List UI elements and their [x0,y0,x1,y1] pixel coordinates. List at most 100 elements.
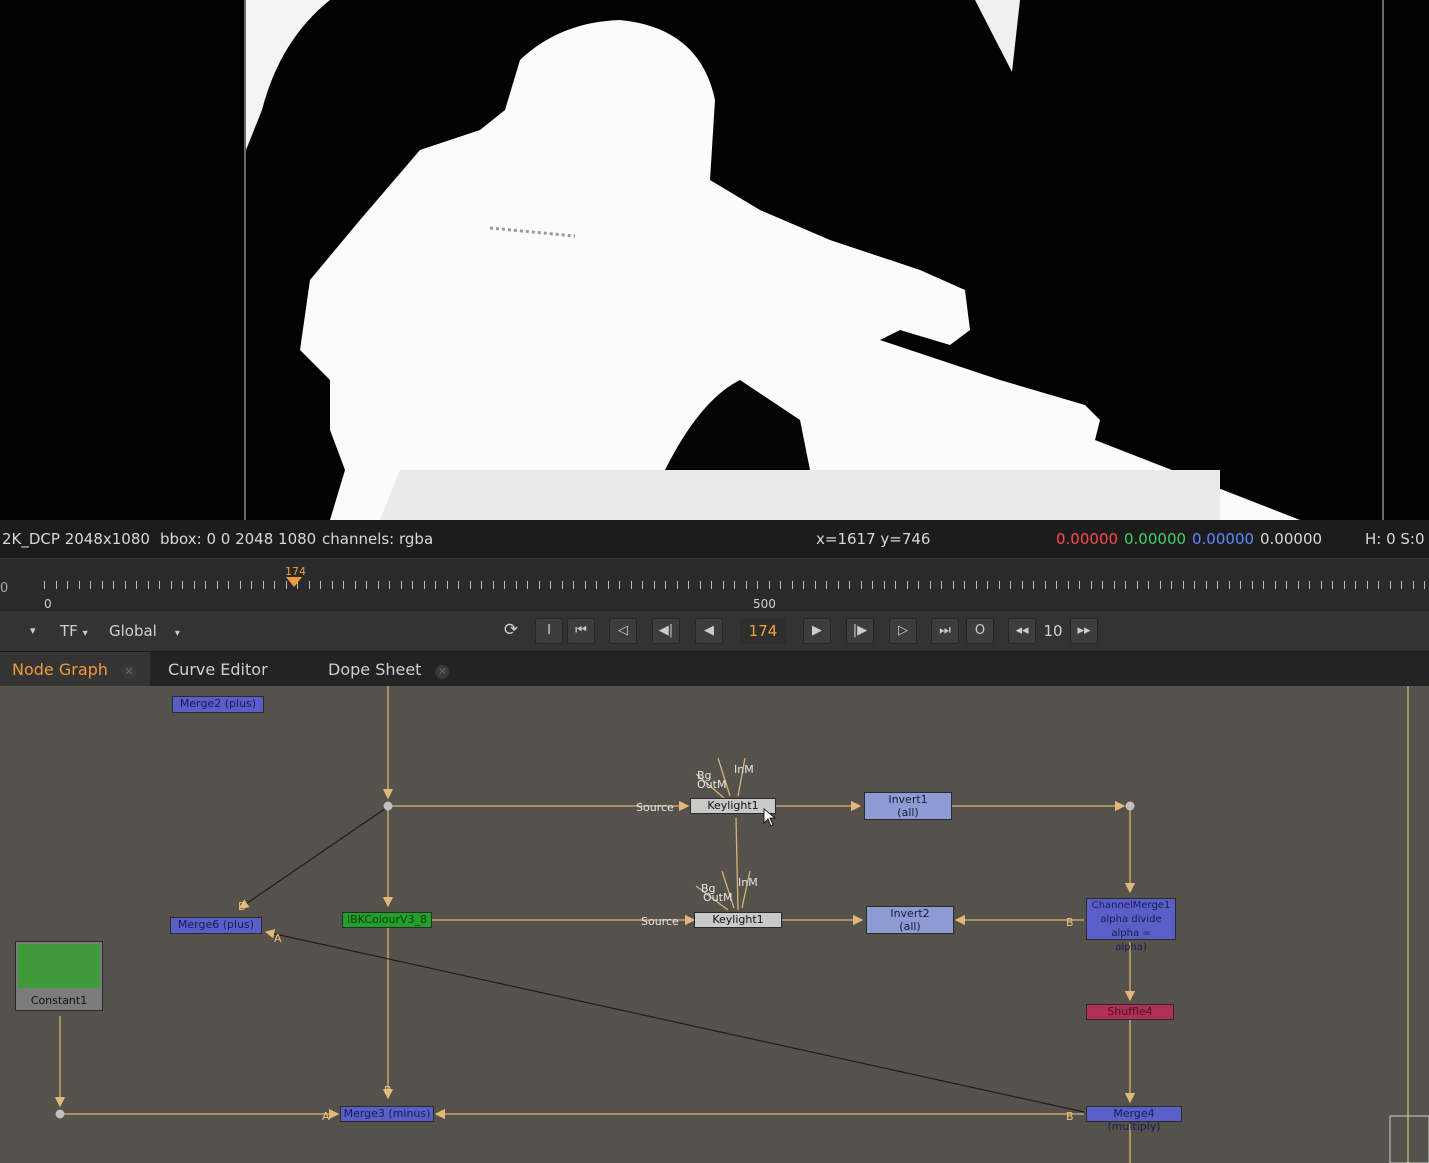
mouse-cursor-icon [763,808,777,827]
viewer[interactable] [0,0,1429,520]
play-forward-icon[interactable]: ▶ [803,618,831,644]
timeline-tick [366,581,367,589]
hsv-readout: H: 0 S:0 [1365,530,1425,548]
tf-label: TF [60,622,78,640]
invert2-node[interactable]: Invert2 (all) [866,906,954,934]
set-in-button[interactable]: I [535,618,563,644]
inm-input-label: InM [738,876,758,889]
timeline-tick [734,581,735,589]
source-input-label: Source [641,915,679,928]
timeline-tick [723,581,724,589]
timeline-tick [1355,581,1356,589]
timeline[interactable]: 0 0 500 174 [0,558,1429,611]
merge3-b-input-label: B [384,1084,392,1097]
timeline-tick [136,581,137,589]
timeline-tick [700,581,701,589]
timeline-tick [976,581,977,589]
timeline-tick [907,581,908,589]
keylight1-node-bottom[interactable]: Keylight1 [694,912,782,928]
playback-mode-icon[interactable]: ⟳ [497,618,525,644]
timeline-tick [1183,581,1184,589]
timeline-tick [573,581,574,589]
step-back-increment-icon[interactable]: ◂◂ [1008,618,1036,644]
outm-input-label: OutM [703,891,733,904]
playback-controls: ▾ TF ▾ Global ▾ ⟳ I ⏮ ◁ ◀| ◀ 174 ▶ |▶ ▷ ⏭… [0,610,1429,652]
tab-curve-editor[interactable]: Curve Editor✕ [156,652,306,715]
next-keyframe-icon[interactable]: ▷ [889,618,917,644]
merge3-node[interactable]: Merge3 (minus) [340,1106,434,1122]
timeline-tick [355,581,356,589]
prev-keyframe-icon[interactable]: ◁ [609,618,637,644]
last-frame-icon[interactable]: ⏭ [931,618,959,644]
timeline-tick [125,581,126,589]
ibkcolour-node-label: IBKColourV3_8 [346,913,428,926]
global-dropdown[interactable]: Global ▾ [109,618,180,644]
play-backward-icon[interactable]: ◀ [695,618,723,644]
timeline-mid-label: 500 [753,597,776,611]
playhead-marker-icon[interactable] [284,575,304,589]
pixel-b-value: 0.00000 [1192,530,1255,548]
coords-readout: x=1617 y=746 [816,530,931,548]
timeline-tick [1378,581,1379,589]
merge6-node[interactable]: Merge6 (plus) [170,917,262,934]
timeline-tick [1068,581,1069,589]
timeline-tick [1125,581,1126,589]
tab-node-graph-label: Node Graph [12,660,108,679]
timeline-tick [642,581,643,589]
chevron-down-icon: ▾ [174,628,180,639]
tab-dope-sheet[interactable]: Dope Sheet ✕ [316,652,466,686]
source-input-label: Source [636,801,674,814]
constant1-node[interactable]: Constant1 [15,941,103,1011]
tab-node-graph[interactable]: Node Graph ✕ [0,652,150,686]
current-frame-field[interactable]: 174 [740,618,786,644]
tf-dropdown[interactable]: TF ▾ [60,618,88,644]
left-dropdown-arrow-icon[interactable]: ▾ [30,618,36,644]
timeline-tick [113,581,114,589]
first-frame-icon[interactable]: ⏮ [567,618,595,644]
node-graph[interactable]: Merge2 (plus) Merge6 (plus) Constant1 IB… [0,686,1429,1163]
timeline-tick [194,581,195,589]
merge3-node-label: Merge3 (minus) [343,1107,431,1120]
timeline-tick [401,581,402,589]
timeline-tick [527,581,528,589]
timeline-tick [884,581,885,589]
panel-tabs: Node Graph ✕ Curve Editor✕ Dope Sheet ✕ [0,652,1429,715]
frame-increment-field[interactable]: 10 [1038,618,1068,644]
merge6-b-input-label: B [238,900,246,913]
timeline-tick [148,581,149,589]
ibkcolour-node[interactable]: IBKColourV3_8 [342,912,432,928]
next-frame-icon[interactable]: |▶ [846,618,874,644]
merge4-node[interactable]: Merge4 (multiply) [1086,1106,1182,1133]
timeline-tick [688,581,689,589]
prev-frame-icon[interactable]: ◀| [652,618,680,644]
timeline-tick [1010,581,1011,589]
global-label: Global [109,622,157,640]
step-forward-increment-icon[interactable]: ▸▸ [1070,618,1098,644]
timeline-tick [1298,581,1299,589]
timeline-tick [1390,581,1391,589]
timeline-tick [159,581,160,589]
timeline-tick [918,581,919,589]
timeline-tick [447,581,448,589]
merge2-node[interactable]: Merge2 (plus) [172,696,264,713]
invert1-node[interactable]: Invert1 (all) [864,792,952,820]
timeline-tick [1332,581,1333,589]
timeline-tick [240,581,241,589]
timeline-tick [849,581,850,589]
shuffle4-node[interactable]: Shuffle4 [1086,1004,1174,1020]
timeline-tick [1367,581,1368,589]
close-icon[interactable]: ✕ [121,665,136,679]
set-out-button[interactable]: O [966,618,994,644]
timeline-tick [1137,581,1138,589]
merge6-node-label: Merge6 (plus) [177,918,255,931]
close-icon[interactable]: ✕ [435,665,450,679]
timeline-start-label: 0 [44,597,52,611]
matte-image [0,0,1429,520]
timeline-tick [838,581,839,589]
timeline-tick [493,581,494,589]
timeline-tick [711,581,712,589]
timeline-tick [1275,581,1276,589]
timeline-tick [1309,581,1310,589]
channels-label: channels: rgba [322,530,434,548]
channelmerge1-node[interactable]: ChannelMerge1 alpha divide alpha = alpha) [1086,898,1176,953]
